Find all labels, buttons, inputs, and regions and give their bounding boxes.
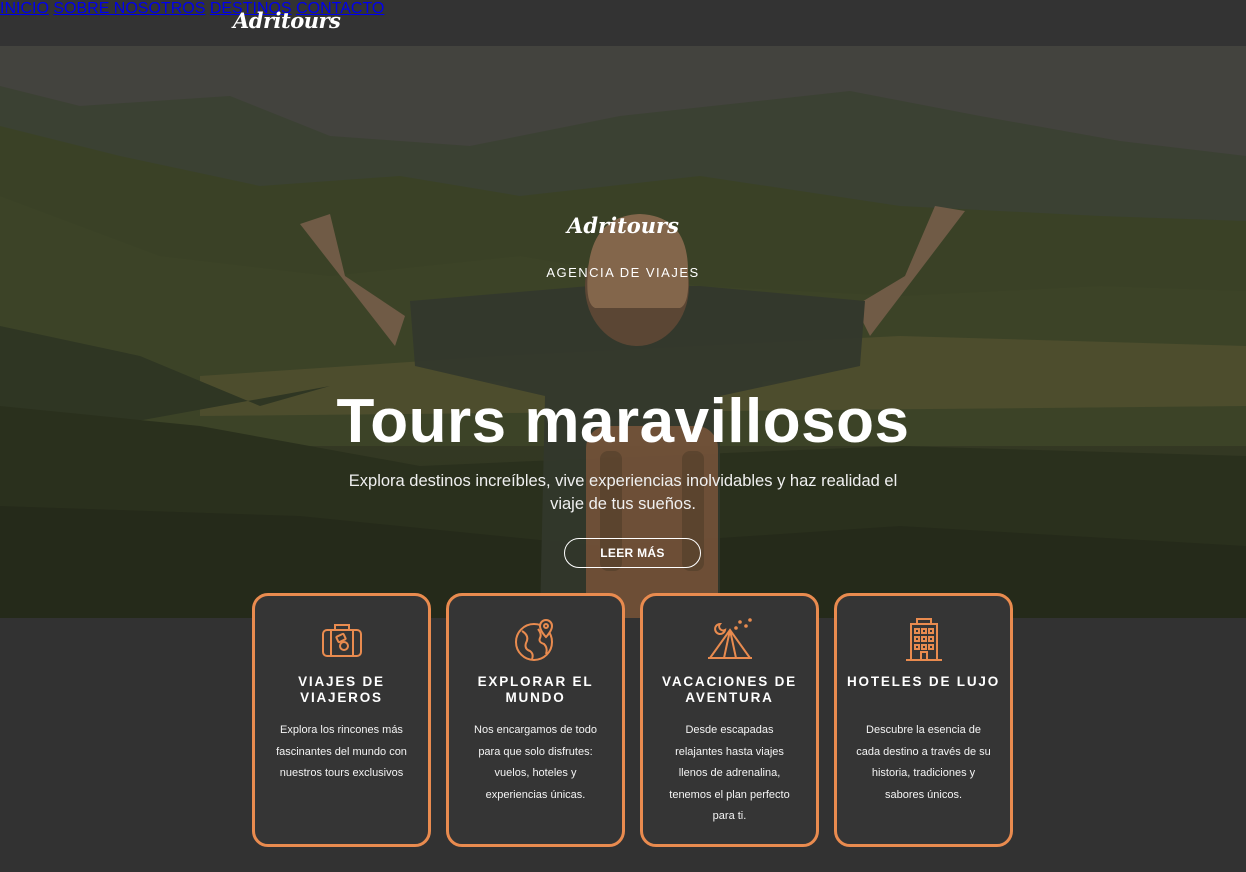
feature-card-hoteles[interactable]: HOTELES DE LUJO Descubre la esencia de c…: [834, 593, 1013, 847]
card-text: Desde escapadas relajantes hasta viajes …: [669, 724, 790, 822]
card-title: EXPLORAR EL MUNDO: [477, 674, 594, 705]
read-more-button[interactable]: LEER MÁS: [564, 538, 701, 568]
features-cards: VIAJES DE VIAJEROS Explora los rincones …: [252, 593, 1014, 847]
hero-logo: Adritours: [567, 213, 679, 238]
top-navbar: Adritours INICIO SOBRE NOSOTROS DESTINOS…: [0, 0, 1246, 46]
card-title: VIAJES DE VIAJEROS: [298, 674, 385, 705]
card-text: Explora los rincones más fascinantes del…: [276, 724, 407, 779]
card-title: VACACIONES DE AVENTURA: [662, 674, 797, 705]
hotel-building-icon: [900, 616, 948, 664]
hero-subtitle: AGENCIA DE VIAJES: [546, 265, 700, 280]
suitcase-icon: [318, 616, 366, 664]
main-nav: INICIO SOBRE NOSOTROS DESTINOS CONTACTO: [0, 0, 1246, 18]
tent-icon: [706, 616, 754, 664]
nav-link-sobre-nosotros[interactable]: SOBRE NOSOTROS: [53, 0, 205, 17]
feature-card-aventura[interactable]: VACACIONES DE AVENTURA Desde escapadas r…: [640, 593, 819, 847]
globe-pin-icon: [512, 616, 560, 664]
feature-card-viajes[interactable]: VIAJES DE VIAJEROS Explora los rincones …: [252, 593, 431, 847]
brand-logo[interactable]: Adritours: [233, 8, 341, 33]
hero-title: Tours maravillosos: [336, 387, 910, 456]
hero-content: Adritours AGENCIA DE VIAJES Tours maravi…: [0, 46, 1246, 618]
card-title: HOTELES DE LUJO: [846, 674, 1000, 689]
feature-card-explorar[interactable]: EXPLORAR EL MUNDO Nos encargamos de todo…: [446, 593, 625, 847]
hero-description: Explora destinos increíbles, vive experi…: [348, 472, 898, 513]
card-text: Nos encargamos de todo para que solo dis…: [474, 724, 597, 801]
hero-section: Adritours AGENCIA DE VIAJES Tours maravi…: [0, 46, 1246, 618]
card-text: Descubre la esencia de cada destino a tr…: [856, 724, 991, 801]
nav-link-inicio[interactable]: INICIO: [0, 0, 49, 17]
